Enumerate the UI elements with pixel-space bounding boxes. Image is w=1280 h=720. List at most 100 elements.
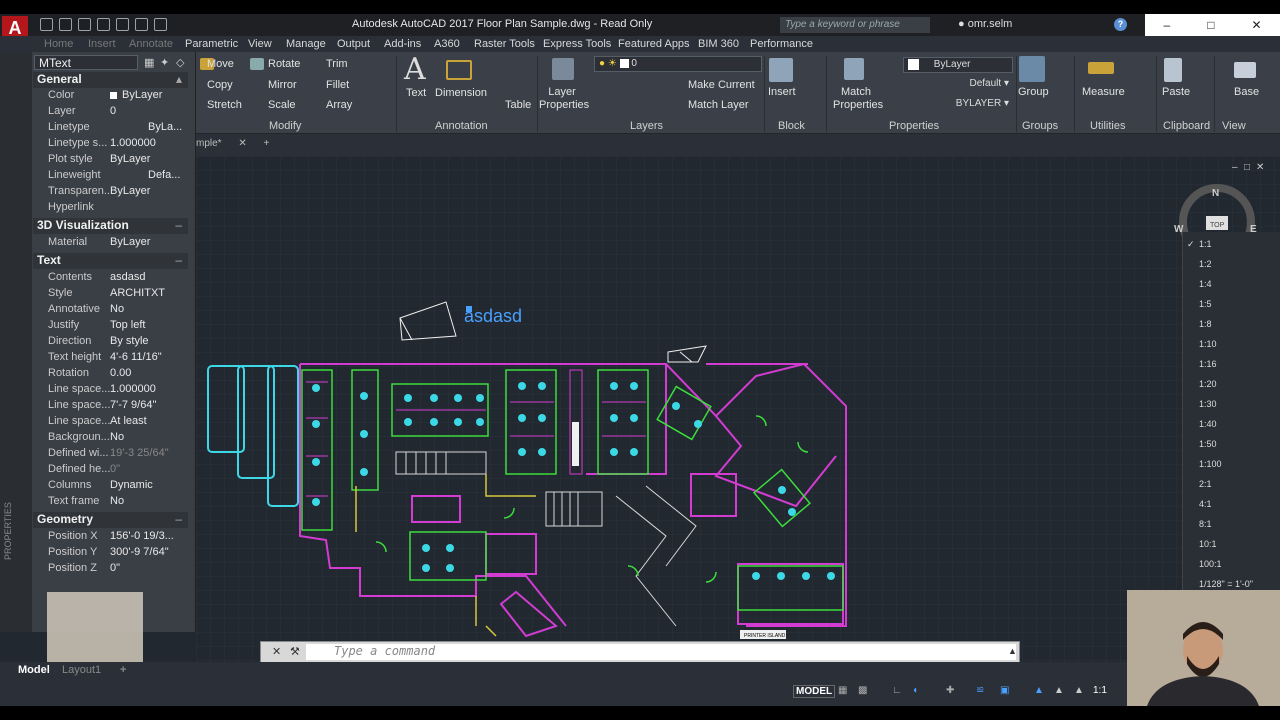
save-as-icon[interactable] bbox=[97, 18, 110, 31]
prop-row[interactable]: Contents asdasd bbox=[33, 271, 194, 287]
group-button[interactable]: Group bbox=[1018, 86, 1049, 98]
snap-icon[interactable]: ▩ bbox=[858, 685, 867, 696]
annotation-scale-value[interactable]: 1:1 bbox=[1093, 685, 1107, 696]
tab-insert[interactable]: Insert bbox=[88, 38, 116, 50]
lineweight-dropdown[interactable]: BYLAYER ▾ bbox=[903, 97, 1013, 113]
save-icon[interactable] bbox=[78, 18, 91, 31]
insert-button[interactable]: Insert bbox=[768, 86, 796, 98]
prop-row[interactable]: Hyperlink bbox=[33, 201, 194, 217]
tab-model[interactable]: Model bbox=[18, 664, 50, 676]
base-button[interactable]: Base bbox=[1234, 86, 1259, 98]
scale-button[interactable]: Scale bbox=[268, 99, 296, 111]
prop-row[interactable]: Color ByLayer bbox=[33, 89, 194, 105]
fillet-button[interactable]: Fillet bbox=[326, 79, 349, 91]
dimension-button[interactable]: Dimension bbox=[435, 87, 487, 99]
quick-select-icon[interactable]: ▦ bbox=[144, 56, 154, 69]
scale-option[interactable]: 1/128" = 1'-0" bbox=[1199, 579, 1253, 589]
match-properties-button[interactable]: Match Properties bbox=[833, 86, 883, 112]
lineweight-icon[interactable]: ≌ bbox=[976, 685, 984, 696]
scale-option[interactable]: 1:50 bbox=[1199, 439, 1217, 449]
tab-express-tools[interactable]: Express Tools bbox=[543, 38, 611, 50]
open-icon[interactable] bbox=[59, 18, 72, 31]
prop-row[interactable]: Linetype ByLa... bbox=[33, 121, 194, 137]
tab-performance[interactable]: Performance bbox=[750, 38, 813, 50]
viewport-close-icon[interactable]: ✕ bbox=[1256, 162, 1264, 173]
viewport-minimize-icon[interactable]: – bbox=[1232, 162, 1238, 173]
properties-panel-label[interactable]: Properties bbox=[889, 120, 939, 132]
scale-option[interactable]: 1:40 bbox=[1199, 419, 1217, 429]
prop-row[interactable]: Annotative No bbox=[33, 303, 194, 319]
tab-output[interactable]: Output bbox=[337, 38, 370, 50]
help-search-input[interactable]: Type a keyword or phrase bbox=[780, 17, 930, 33]
tab-addins[interactable]: Add-ins bbox=[384, 38, 421, 50]
prop-row[interactable]: Columns Dynamic bbox=[33, 479, 194, 495]
help-icon[interactable]: ? bbox=[1114, 18, 1127, 31]
scale-option[interactable]: 1:8 bbox=[1199, 319, 1212, 329]
prop-row[interactable]: Text height 4'-6 11/16" bbox=[33, 351, 194, 367]
selected-mtext[interactable]: asdasd bbox=[464, 306, 522, 326]
scale-option[interactable]: 1:20 bbox=[1199, 379, 1217, 389]
polar-icon[interactable]: ◖ bbox=[912, 685, 918, 696]
mtext-content[interactable]: asdasd bbox=[464, 306, 522, 326]
prop-row[interactable]: Position Z 0" bbox=[33, 562, 194, 578]
match-layer-button[interactable]: Match Layer bbox=[688, 99, 749, 111]
annotation-visibility-icon[interactable]: ▲ bbox=[1034, 685, 1044, 696]
prop-row[interactable]: Transparen... ByLayer bbox=[33, 185, 194, 201]
command-input[interactable]: Type a command bbox=[306, 644, 1016, 660]
new-tab-icon[interactable]: + bbox=[264, 138, 270, 149]
scale-option[interactable]: 2:1 bbox=[1199, 479, 1212, 489]
undo-icon[interactable] bbox=[135, 18, 148, 31]
measure-button[interactable]: Measure bbox=[1082, 86, 1125, 98]
pickadd-icon[interactable]: ◇ bbox=[176, 56, 184, 69]
table-button[interactable]: Table bbox=[505, 99, 531, 111]
paste-button[interactable]: Paste bbox=[1162, 86, 1190, 98]
layer-dropdown[interactable]: ● ☀ 0 bbox=[594, 56, 762, 72]
text-section-header[interactable]: Text – bbox=[33, 253, 188, 269]
mirror-button[interactable]: Mirror bbox=[268, 79, 297, 91]
select-objects-icon[interactable]: ✦ bbox=[160, 56, 169, 69]
prop-row[interactable]: Rotation 0.00 bbox=[33, 367, 194, 383]
scale-option[interactable]: 1:2 bbox=[1199, 259, 1212, 269]
redo-icon[interactable] bbox=[154, 18, 167, 31]
prop-row[interactable]: Layer 0 bbox=[33, 105, 194, 121]
customize-icon[interactable]: ⚒ bbox=[290, 645, 300, 658]
copy-button[interactable]: Copy bbox=[207, 79, 233, 91]
array-button[interactable]: Array bbox=[326, 99, 352, 111]
3d-visualization-section-header[interactable]: 3D Visualization – bbox=[33, 218, 188, 234]
tab-bim360[interactable]: BIM 360 bbox=[698, 38, 739, 50]
general-section-header[interactable]: General ▴ bbox=[33, 72, 188, 88]
modify-panel-label[interactable]: Modify bbox=[269, 120, 301, 132]
prop-row[interactable]: Linetype s... 1.000000 bbox=[33, 137, 194, 153]
annotation-panel-label[interactable]: Annotation bbox=[435, 120, 488, 132]
tab-raster-tools[interactable]: Raster Tools bbox=[474, 38, 535, 50]
document-tab[interactable]: mple* ✕ + bbox=[196, 138, 269, 149]
user-account[interactable]: ● omr.selm bbox=[958, 18, 1012, 30]
linetype-dropdown[interactable]: Default ▾ bbox=[903, 77, 1013, 93]
prop-row[interactable]: Material ByLayer bbox=[33, 236, 194, 252]
plot-icon[interactable] bbox=[116, 18, 129, 31]
make-current-button[interactable]: Make Current bbox=[688, 79, 755, 91]
tab-featured-apps[interactable]: Featured Apps bbox=[618, 38, 690, 50]
viewport-restore-icon[interactable]: □ bbox=[1244, 162, 1250, 173]
object-type-dropdown[interactable]: MText bbox=[34, 55, 138, 70]
selection-cycling-icon[interactable]: ▣ bbox=[1000, 685, 1009, 696]
osnap-icon[interactable]: ✚ bbox=[946, 685, 954, 696]
scale-option[interactable]: 1:4 bbox=[1199, 279, 1212, 289]
color-dropdown[interactable]: ByLayer bbox=[903, 57, 1013, 73]
tab-manage[interactable]: Manage bbox=[286, 38, 326, 50]
scale-option[interactable]: 100:1 bbox=[1199, 559, 1222, 569]
close-tab-icon[interactable]: ✕ bbox=[238, 138, 246, 149]
prop-row[interactable]: Line space... At least bbox=[33, 415, 194, 431]
grid-icon[interactable]: ▦ bbox=[838, 685, 847, 696]
view-panel-label[interactable]: View bbox=[1222, 120, 1246, 132]
scale-option[interactable]: 1:30 bbox=[1199, 399, 1217, 409]
prop-row[interactable]: Backgroun... No bbox=[33, 431, 194, 447]
groups-panel-label[interactable]: Groups bbox=[1022, 120, 1058, 132]
text-button[interactable]: Text bbox=[406, 87, 426, 99]
scale-option[interactable]: 1:1 bbox=[1199, 239, 1212, 249]
prop-row[interactable]: Plot style ByLayer bbox=[33, 153, 194, 169]
minimize-icon[interactable]: – bbox=[1164, 18, 1171, 32]
scale-option[interactable]: 1:10 bbox=[1199, 339, 1217, 349]
tab-view[interactable]: View bbox=[248, 38, 272, 50]
ortho-icon[interactable]: ∟ bbox=[892, 685, 902, 696]
